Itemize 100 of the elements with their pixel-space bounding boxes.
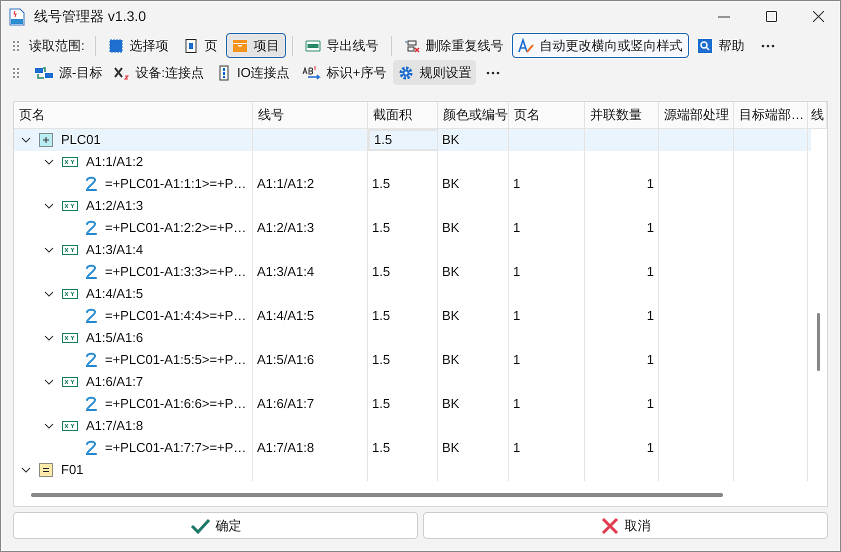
tree-row[interactable]: =+PLC01-A1:4:4>=+P… A1:4/A1:5 1.5 BK 1 1 bbox=[14, 305, 811, 327]
column-header[interactable]: 目标端部… bbox=[734, 102, 808, 128]
tree-row[interactable]: =+PLC01-A1:3:3>=+P… A1:3/A1:4 1.5 BK 1 1 bbox=[14, 261, 811, 283]
collapse-chevron-icon[interactable] bbox=[44, 423, 54, 429]
table-cell-text: A1:2/A1:3 bbox=[257, 219, 314, 238]
table-cell-text: 1.5 bbox=[372, 263, 390, 282]
node-label: =+PLC01-A1:7:7>=+P… bbox=[105, 439, 246, 458]
cancel-button[interactable]: 取消 bbox=[423, 512, 828, 539]
connection-pair-icon bbox=[62, 245, 78, 255]
tree-row[interactable]: =+PLC01-A1:1:1>=+P… A1:1/A1:2 1.5 BK 1 1 bbox=[14, 173, 811, 195]
tree-row[interactable]: =+PLC01-A1:6:6>=+P… A1:6/A1:7 1.5 BK 1 1 bbox=[14, 393, 811, 415]
table-cell-text: A1:5/A1:6 bbox=[257, 351, 314, 370]
node-label: A1:3/A1:4 bbox=[86, 241, 144, 260]
toolbar-button[interactable]: 源-目标 bbox=[29, 60, 108, 85]
wire-icon bbox=[85, 220, 97, 236]
column-header[interactable]: 页名 bbox=[509, 102, 585, 128]
node-label: F01 bbox=[61, 461, 84, 480]
toolbar-button[interactable]: 帮助 bbox=[690, 33, 751, 58]
more-icon[interactable] bbox=[486, 70, 500, 74]
more-icon[interactable] bbox=[760, 44, 775, 48]
toolbar-button[interactable]: 删除重复线号 bbox=[398, 33, 510, 58]
scope-option[interactable]: 页 bbox=[176, 33, 224, 58]
table-cell-text: 1 bbox=[513, 395, 520, 414]
table-cell-text: 1.5 bbox=[372, 395, 390, 414]
delete-list-icon bbox=[404, 38, 420, 54]
wire-icon bbox=[85, 440, 97, 456]
collapse-chevron-icon[interactable] bbox=[44, 335, 54, 341]
scope-option[interactable]: 项目 bbox=[226, 33, 286, 58]
table-cell-text: 1 bbox=[513, 439, 520, 458]
tree-row[interactable]: =+PLC01-A1:2:2>=+P… A1:2/A1:3 1.5 BK 1 1 bbox=[14, 217, 811, 239]
toolbar-button[interactable]: IO连接点 bbox=[210, 60, 295, 85]
table-cell-text: 1 bbox=[646, 219, 654, 238]
table-cell-text: BK bbox=[442, 439, 460, 458]
table-cell-text: A1:7/A1:8 bbox=[257, 439, 314, 458]
table-cell-text: 1 bbox=[513, 351, 520, 370]
close-icon[interactable] bbox=[813, 11, 824, 22]
tree-row[interactable]: A1:1/A1:2 bbox=[14, 151, 811, 173]
label-arrow-icon bbox=[302, 64, 322, 80]
table-cell-text: 1 bbox=[646, 263, 654, 282]
column-header[interactable]: 颜色或编号 bbox=[438, 102, 509, 128]
column-header[interactable]: 线 bbox=[808, 102, 827, 128]
collapse-chevron-icon[interactable] bbox=[21, 137, 31, 143]
node-label: A1:4/A1:5 bbox=[86, 285, 144, 304]
column-header[interactable]: 源端部处理 bbox=[659, 102, 734, 128]
column-header[interactable]: 线号 bbox=[253, 102, 368, 128]
node-label: A1:5/A1:6 bbox=[86, 329, 144, 348]
tree-row[interactable]: A1:2/A1:3 bbox=[14, 195, 811, 217]
connection-pair-icon bbox=[62, 421, 78, 431]
connection-pair-icon bbox=[62, 201, 78, 211]
table-cell-text: 1 bbox=[646, 175, 654, 194]
table-cell-text: BK bbox=[442, 175, 460, 194]
tree-row[interactable]: A1:6/A1:7 bbox=[14, 371, 811, 393]
subscript-icon bbox=[114, 64, 130, 80]
collapse-chevron-icon[interactable] bbox=[44, 159, 54, 165]
table-cell-text: 1 bbox=[513, 175, 520, 194]
column-header[interactable]: 截面积 bbox=[368, 102, 438, 128]
collapse-chevron-icon[interactable] bbox=[44, 291, 54, 297]
tree-row[interactable]: A1:4/A1:5 bbox=[14, 283, 811, 305]
table-cell-text: BK bbox=[442, 263, 460, 282]
table-cell-text: 1.5 bbox=[374, 131, 392, 150]
collapse-chevron-icon[interactable] bbox=[44, 379, 54, 385]
scope-option[interactable]: 选择项 bbox=[102, 33, 175, 58]
vertical-scrollbar[interactable] bbox=[817, 313, 821, 373]
table-cell-text: 1 bbox=[646, 307, 654, 326]
toolbar-button[interactable]: 标识+序号 bbox=[296, 60, 392, 85]
table-cell-text: 1 bbox=[513, 219, 520, 238]
spreadsheet-icon bbox=[304, 38, 321, 54]
column-header[interactable]: 页名 bbox=[14, 102, 253, 128]
wire-icon bbox=[85, 264, 97, 280]
maximize-icon[interactable] bbox=[766, 11, 777, 22]
tree-row[interactable]: =+PLC01-A1:5:5>=+P… A1:5/A1:6 1.5 BK 1 1 bbox=[14, 349, 811, 371]
table-cell-text: A1:1/A1:2 bbox=[257, 175, 314, 194]
table-cell-text: 1.5 bbox=[372, 351, 390, 370]
location-node-icon bbox=[39, 133, 53, 147]
tree-row[interactable]: =+PLC01-A1:7:7>=+P… A1:7/A1:8 1.5 BK 1 1 bbox=[14, 437, 811, 459]
table-cell-text: 1 bbox=[646, 439, 654, 458]
close-icon bbox=[600, 516, 618, 534]
toolbar-button[interactable]: 设备:连接点 bbox=[109, 60, 209, 85]
toolbar-button[interactable]: 自动更改横向或竖向样式 bbox=[512, 33, 689, 58]
check-icon bbox=[190, 518, 210, 534]
node-label: =+PLC01-A1:6:6>=+P… bbox=[105, 395, 246, 414]
text-edit-icon bbox=[518, 38, 534, 54]
toolbar-button[interactable]: 规则设置 bbox=[393, 60, 476, 85]
tree-row[interactable]: A1:3/A1:4 bbox=[14, 239, 811, 261]
tree-row[interactable]: A1:5/A1:6 bbox=[14, 327, 811, 349]
tree-row[interactable]: PLC01 1.5 BK bbox=[14, 129, 811, 151]
grip-icon bbox=[13, 66, 19, 78]
tree-row[interactable]: A1:7/A1:8 bbox=[14, 415, 811, 437]
ok-button[interactable]: 确定 bbox=[13, 512, 418, 539]
collapse-chevron-icon[interactable] bbox=[44, 247, 54, 253]
connection-pair-icon bbox=[62, 377, 78, 387]
minimize-icon[interactable] bbox=[718, 16, 730, 18]
table-cell-text: BK bbox=[442, 395, 460, 414]
column-header[interactable]: 并联数量 bbox=[585, 102, 659, 128]
collapse-chevron-icon[interactable] bbox=[21, 467, 31, 473]
toolbar-button[interactable]: 导出线号 bbox=[298, 33, 385, 58]
collapse-chevron-icon[interactable] bbox=[44, 203, 54, 209]
node-label: A1:2/A1:3 bbox=[86, 197, 144, 216]
tree-row[interactable]: F01 bbox=[14, 459, 811, 481]
table-cell-text: 1 bbox=[646, 395, 654, 414]
